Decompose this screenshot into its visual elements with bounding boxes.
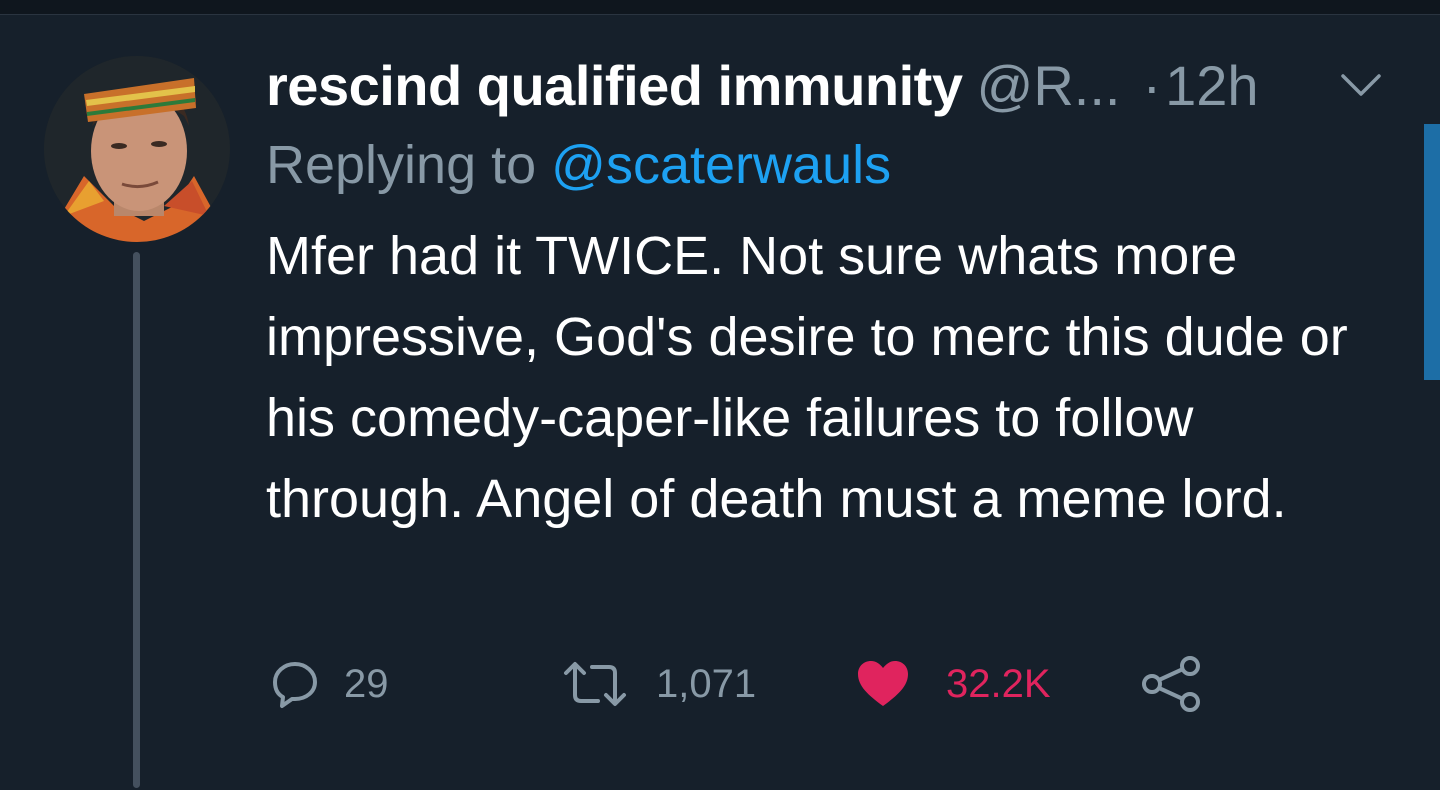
tweet-header: rescind qualified immunity @R... · 12h (266, 50, 1259, 120)
display-name[interactable]: rescind qualified immunity (266, 53, 963, 118)
user-handle[interactable]: @R... (976, 53, 1120, 118)
timestamp[interactable]: 12h (1165, 53, 1258, 118)
reply-count: 29 (344, 661, 389, 706)
tweet-text: Mfer had it TWICE. Not sure whats more i… (266, 226, 1348, 529)
separator-dot: · (1142, 53, 1162, 117)
heart-icon (858, 661, 908, 706)
replying-to-mention[interactable]: @scaterwauls (551, 135, 891, 195)
avatar[interactable] (44, 56, 230, 242)
avatar-image (44, 56, 230, 242)
share-icon (1142, 656, 1200, 712)
chevron-down-icon (1341, 74, 1381, 96)
replying-to-label: Replying to (266, 135, 552, 195)
like-count: 32.2K (946, 661, 1051, 706)
reply-icon (273, 662, 317, 708)
retweet-button[interactable]: 1,071 (562, 652, 756, 716)
share-button[interactable] (1140, 652, 1204, 716)
retweet-count: 1,071 (656, 661, 757, 706)
tweet-menu-button[interactable] (1338, 70, 1384, 100)
tweet-screen: rescind qualified immunity @R... · 12h R… (0, 0, 1440, 790)
retweet-icon (564, 662, 626, 706)
thread-line (133, 252, 140, 788)
replying-to: Replying to @scaterwauls (266, 134, 891, 196)
reply-button[interactable]: 29 (270, 652, 389, 716)
top-divider (0, 0, 1440, 15)
like-button[interactable]: 32.2K (856, 652, 1051, 716)
scrollbar[interactable] (1424, 124, 1440, 380)
